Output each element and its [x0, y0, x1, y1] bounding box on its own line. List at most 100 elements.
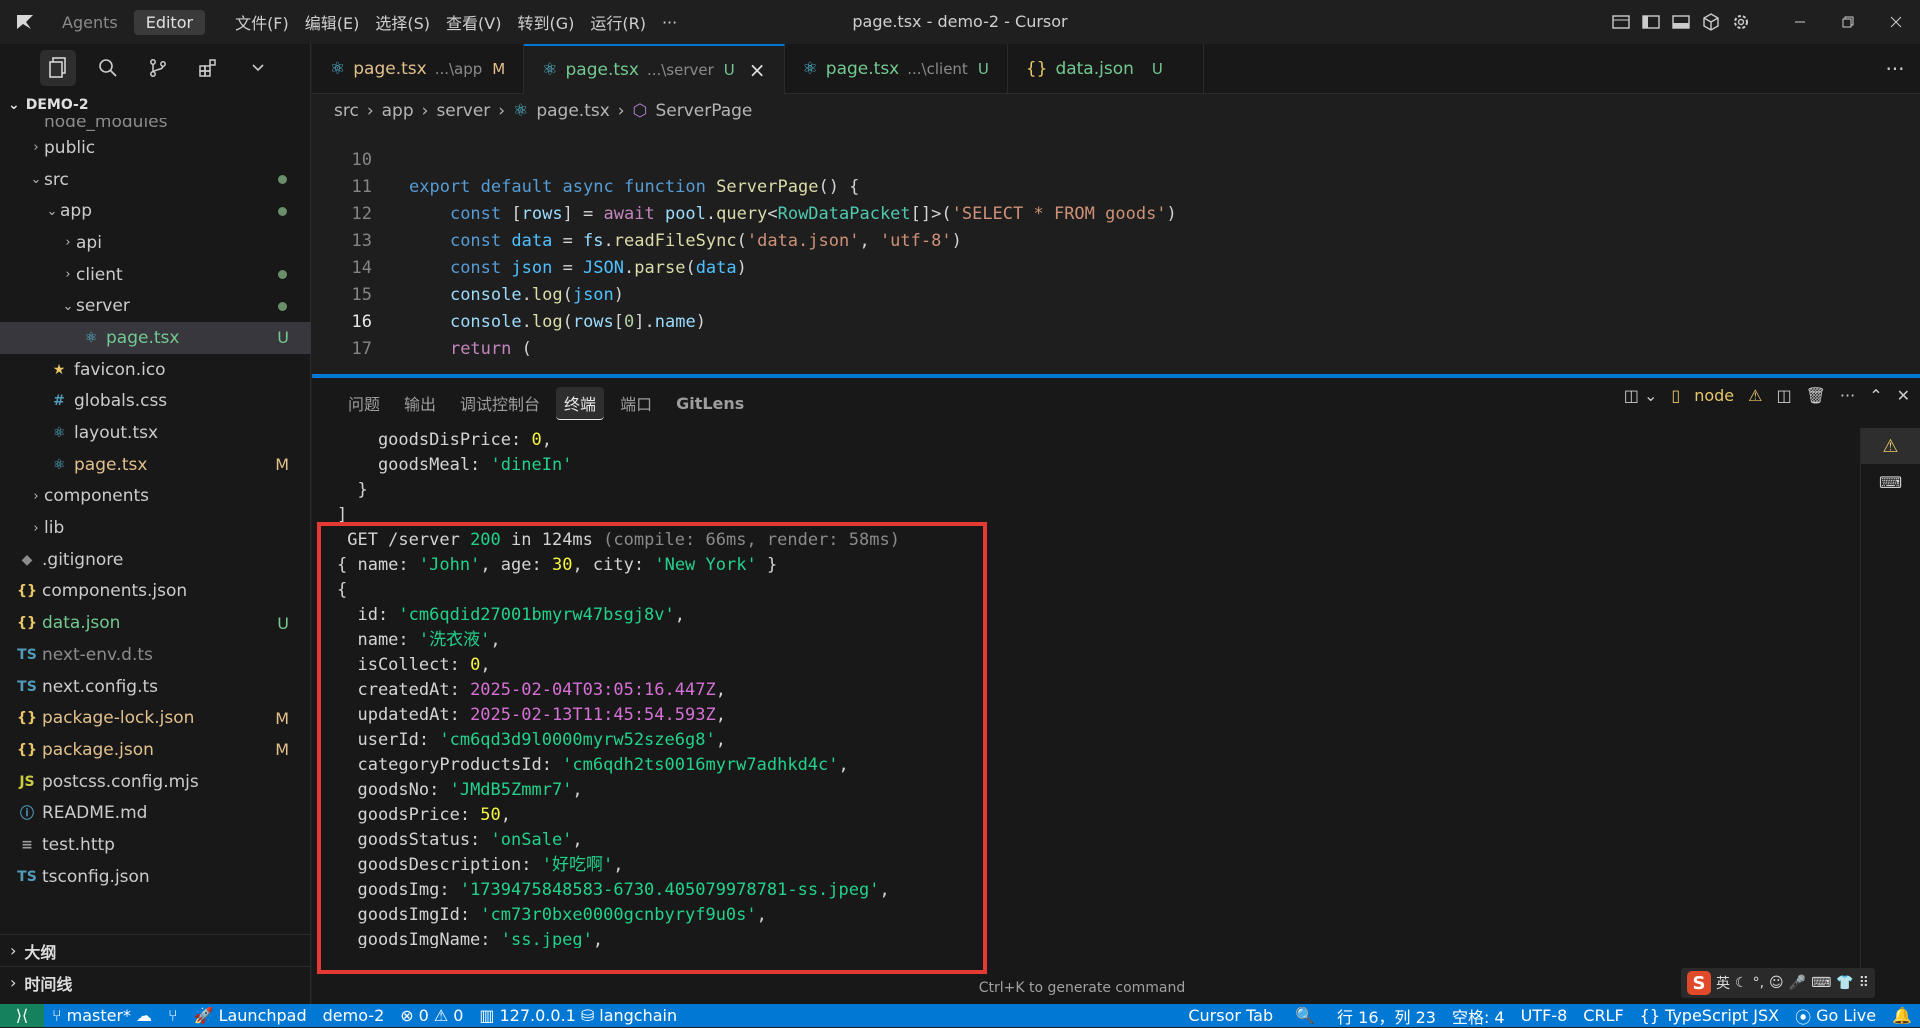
file-item[interactable]: ≡ test.http	[0, 829, 311, 861]
file-item[interactable]: ⚛ page.tsx M	[0, 449, 311, 481]
file-item[interactable]: ⚛ layout.tsx	[0, 417, 311, 449]
folder-item[interactable]: › components	[0, 481, 311, 513]
indentation[interactable]: 空格: 4	[1444, 1004, 1513, 1028]
ime-toolbar[interactable]: S 英 ☾ °, ☺ 🎤 ⌨ 👕 ⠿	[1681, 968, 1875, 998]
cube-icon[interactable]	[1696, 7, 1726, 37]
file-item[interactable]: ◆ .gitignore	[0, 544, 311, 576]
zoom-icon[interactable]: 🔍	[1287, 1006, 1323, 1025]
file-item[interactable]: ★ favicon.ico	[0, 354, 311, 386]
toggle-panel-icon[interactable]	[1666, 7, 1696, 37]
extensions-icon[interactable]	[190, 50, 226, 86]
trash-icon[interactable]: 🗑	[1806, 386, 1826, 405]
close-window-icon[interactable]	[1872, 0, 1920, 44]
tab-output[interactable]: 输出	[396, 387, 444, 419]
more-actions-button[interactable]: ···	[1870, 44, 1920, 93]
menu-more[interactable]: ···	[662, 13, 677, 32]
moon-icon[interactable]: ☾	[1735, 975, 1748, 991]
close-tab-icon[interactable]: ×	[749, 58, 766, 82]
breadcrumb-item[interactable]: app	[382, 101, 414, 121]
tab-problems[interactable]: 问题	[340, 387, 388, 419]
outline-section[interactable]: › 大纲	[0, 934, 311, 966]
problems-item[interactable]: ⊗ 0 ⚠ 0	[392, 1006, 471, 1025]
chevron-down-icon[interactable]	[240, 50, 276, 86]
explorer-files-icon[interactable]	[40, 50, 76, 86]
menu-file[interactable]: 文件(F)	[235, 10, 289, 34]
menu-selection[interactable]: 选择(S)	[375, 10, 430, 34]
split-layout-icon[interactable]: ◫ ⌄	[1624, 386, 1658, 405]
folder-item[interactable]: › client	[0, 259, 311, 291]
breadcrumb-item[interactable]: page.tsx	[536, 101, 609, 121]
editor-tab[interactable]: Editor	[133, 9, 206, 35]
menu-goto[interactable]: 转到(G)	[517, 10, 574, 34]
agents-tab[interactable]: Agents	[50, 10, 130, 35]
timeline-section[interactable]: › 时间线	[0, 966, 311, 998]
source-control-icon[interactable]	[140, 50, 176, 86]
encoding[interactable]: UTF-8	[1513, 1006, 1576, 1025]
file-item[interactable]: ⓘ README.md	[0, 797, 311, 829]
breadcrumb-item[interactable]: ServerPage	[655, 101, 752, 121]
file-item[interactable]: TS next-env.d.ts	[0, 639, 311, 671]
folder-item[interactable]: node_modules	[0, 118, 311, 132]
split-terminal-icon[interactable]: ◫	[1776, 386, 1791, 405]
skin-icon[interactable]: 👕	[1836, 975, 1853, 991]
file-item[interactable]: # globals.css	[0, 386, 311, 418]
more-icon[interactable]: ···	[1840, 386, 1855, 405]
emoji-icon[interactable]: ☺	[1769, 975, 1784, 991]
file-item[interactable]: {} components.json	[0, 576, 311, 608]
tab-server-page[interactable]: ⚛ page.tsx ...\server U ×	[524, 44, 785, 94]
mic-icon[interactable]: 🎤	[1789, 975, 1806, 991]
cursor-position[interactable]: 行 16，列 23	[1329, 1004, 1444, 1028]
folder-item[interactable]: › api	[0, 227, 311, 259]
tab-data-json[interactable]: {} data.json U	[1008, 44, 1204, 94]
line-ending[interactable]: CRLF	[1575, 1006, 1631, 1025]
tab-gitlens[interactable]: GitLens	[668, 390, 752, 417]
tab-app-page[interactable]: ⚛ page.tsx ...\app M	[312, 44, 525, 94]
folder-item[interactable]: › lib	[0, 512, 311, 544]
file-item[interactable]: {} data.json U	[0, 607, 311, 639]
menu-edit[interactable]: 编辑(E)	[305, 10, 360, 34]
remote-icon[interactable]: ⟩⟨	[0, 1004, 44, 1027]
keyboard-icon[interactable]: ⌨	[1811, 975, 1831, 991]
language-mode[interactable]: {} TypeScript JSX	[1632, 1006, 1787, 1025]
tab-debug-console[interactable]: 调试控制台	[452, 387, 548, 419]
db-host-item[interactable]: ▥ 127.0.0.1 ⛁ langchain	[471, 1006, 685, 1025]
file-item[interactable]: {} package.json M	[0, 734, 311, 766]
ime-lang[interactable]: 英	[1716, 973, 1730, 993]
folder-item[interactable]: › public	[0, 132, 311, 164]
tab-ports[interactable]: 端口	[612, 387, 660, 419]
menu-run[interactable]: 运行(R)	[590, 10, 646, 34]
tab-terminal[interactable]: 终端	[556, 386, 605, 420]
close-panel-icon[interactable]: ✕	[1897, 386, 1910, 405]
punct-icon[interactable]: °,	[1753, 975, 1764, 991]
file-item[interactable]: TS next.config.ts	[0, 671, 311, 703]
notifications-icon[interactable]: 🔔	[1884, 1006, 1920, 1025]
cursor-tab-item[interactable]: Cursor Tab	[1180, 1006, 1281, 1025]
git-graph-icon[interactable]: ⑂	[160, 1006, 186, 1025]
minimize-icon[interactable]	[1776, 0, 1824, 44]
menu-view[interactable]: 查看(V)	[446, 10, 501, 34]
folder-item[interactable]: ⌄ app	[0, 195, 311, 227]
chevron-up-icon[interactable]: ⌃	[1869, 386, 1882, 405]
cursor-logo-icon[interactable]	[0, 0, 50, 44]
code-editor[interactable]: 10 11 12 13 14 15 16 17 export default a…	[312, 144, 1920, 374]
file-item[interactable]: {} package-lock.json M	[0, 702, 311, 734]
terminal-icon[interactable]: ⌨	[1861, 464, 1920, 500]
grid-icon[interactable]: ⠿	[1859, 975, 1869, 991]
folder-item[interactable]: ⌄ server	[0, 290, 311, 322]
tab-client-page[interactable]: ⚛ page.tsx ...\client U	[785, 44, 1008, 94]
branch-item[interactable]: ⑂ master* ☁	[44, 1006, 160, 1025]
terminal-name[interactable]: node	[1694, 386, 1734, 405]
settings-gear-icon[interactable]	[1726, 7, 1756, 37]
launchpad-item[interactable]: 🚀 Launchpad	[186, 1006, 315, 1025]
search-icon[interactable]	[90, 50, 126, 86]
breadcrumb-item[interactable]: server	[436, 101, 490, 121]
file-item[interactable]: JS postcss.config.mjs	[0, 766, 311, 798]
folder-item[interactable]: ⌄ src	[0, 164, 311, 196]
warning-terminal-icon[interactable]: ⚠	[1861, 428, 1920, 464]
restore-icon[interactable]	[1824, 0, 1872, 44]
go-live-item[interactable]: ⦿ Go Live	[1787, 1004, 1884, 1028]
customize-layout-icon[interactable]	[1606, 7, 1636, 37]
file-item[interactable]: ⚛ page.tsx U	[0, 322, 311, 354]
breadcrumb-item[interactable]: src	[334, 101, 359, 121]
project-item[interactable]: demo-2	[315, 1006, 393, 1025]
